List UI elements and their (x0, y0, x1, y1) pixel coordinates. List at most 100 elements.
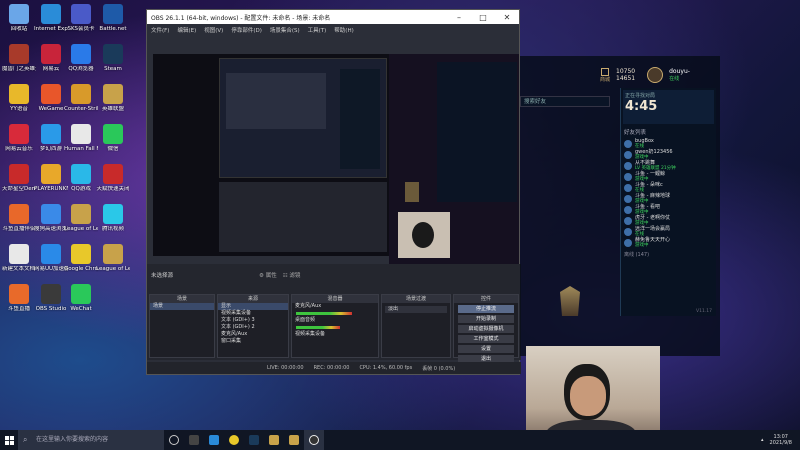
taskbar: ⌕ 在这里输入你要搜索的内容 ▴ 13:07 2021/9/8 (0, 430, 800, 450)
source-item[interactable]: 文本 (GDI+) 2 (218, 324, 288, 331)
desktop-icon[interactable]: 梦幻西游 (34, 124, 68, 152)
lol-client[interactable]: 商城 10750 14651 douyu- 在线 搜索好友 正在寻找对局 4:4… (520, 56, 720, 356)
friend-status: 在线 (635, 231, 644, 237)
friend-search-input[interactable]: 搜索好友 (520, 96, 610, 107)
desktop-icon[interactable]: SKS会员卡 (64, 4, 98, 32)
shop-button[interactable]: 商城 (600, 67, 610, 83)
menu-item[interactable]: 停靠部件(D) (231, 26, 262, 34)
close-icon[interactable]: ✕ (495, 13, 519, 22)
clock[interactable]: 13:07 2021/9/8 (770, 434, 792, 446)
desktop-icon-label: 搜狗高速浏览器 (34, 226, 68, 232)
taskbar-app-6[interactable] (284, 430, 304, 450)
app-icon (103, 244, 123, 264)
sources-list[interactable]: 显示 视频采集设备 文本 (GDI+) 3 文本 (GDI+) 2 麦克风/Aux 窗口采… (218, 303, 288, 345)
task-view-icon[interactable] (164, 430, 184, 450)
desktop-icon[interactable]: QQ浏览器 (64, 44, 98, 72)
desktop-icon[interactable]: 回收站 (2, 4, 36, 32)
desktop-icon[interactable]: Counter-Strike: Global Off... (64, 84, 98, 112)
desktop-icon[interactable]: League of Legends 快捷方式 (96, 244, 130, 272)
friend-item[interactable]: bugBox 在线 (621, 138, 716, 149)
desktop-icon[interactable]: 搜狗高速浏览器 (34, 204, 68, 232)
taskbar-obs-icon[interactable] (304, 430, 324, 450)
filters-button[interactable]: ☷ 滤镜 (283, 271, 301, 279)
friend-item[interactable]: 赫免鲁天天开心 游戏中 (621, 237, 716, 248)
taskbar-app-1[interactable] (184, 430, 204, 450)
mixer-channel[interactable]: 麦克风/Aux (292, 303, 378, 315)
desktop-icon[interactable]: 魔兽门之英雄无敌3 (2, 44, 36, 72)
scene-item[interactable]: 场景 (150, 303, 214, 310)
obs-preview[interactable] (153, 54, 389, 256)
friend-item[interactable]: 斗鱼 - 看吧 游戏中 (621, 204, 716, 215)
friend-item[interactable]: 虎牙 - 老啊你仗 游戏中 (621, 215, 716, 226)
control-button[interactable]: 设置 (458, 345, 514, 353)
desktop-icon[interactable]: PLAYERUNKNOWN'S BATTLEGR... (34, 164, 68, 192)
friend-item[interactable]: gwen奶123456 游戏中 (621, 149, 716, 160)
taskbar-app-4[interactable] (244, 430, 264, 450)
desktop-icon[interactable]: Steam (96, 44, 130, 72)
desktop-icon[interactable]: 天赋快速关闭 (96, 164, 130, 192)
avatar[interactable] (647, 67, 664, 83)
start-button[interactable] (0, 430, 18, 450)
desktop-icon[interactable]: 斗鱼直播伴侣 (2, 204, 36, 232)
desktop-icon[interactable]: 斗鱼直播 (2, 284, 36, 312)
desktop-icon[interactable]: 网易UU加速器 (34, 244, 68, 272)
desktop-icon[interactable]: WeGame (34, 84, 68, 112)
desktop-icon[interactable]: 网易云 (34, 44, 68, 72)
taskbar-search-input[interactable]: ⌕ 在这里输入你要搜索的内容 (18, 430, 164, 450)
offline-count[interactable]: 离线 (147) (621, 248, 716, 261)
menu-item[interactable]: 帮助(H) (334, 26, 353, 34)
friend-name: 赫免鲁天天开心 (635, 236, 671, 243)
taskbar-app-3[interactable] (224, 430, 244, 450)
maximize-icon[interactable]: □ (471, 13, 495, 22)
desktop-icon[interactable]: WeChat (64, 284, 98, 312)
desktop-icon[interactable]: 网易云音乐 (2, 124, 36, 152)
be-amount: 14651 (616, 75, 636, 82)
source-item[interactable]: 窗口采集 (218, 338, 288, 345)
desktop-icon[interactable]: 新建文本文档 (2).txt (2, 244, 36, 272)
menu-item[interactable]: 工具(T) (308, 26, 327, 34)
desktop-icon[interactable]: Google Chrome (64, 244, 98, 272)
menu-item[interactable]: 文件(F) (151, 26, 169, 34)
taskbar-search-placeholder: 在这里输入你要搜索的内容 (36, 436, 109, 443)
obs-titlebar[interactable]: OBS 26.1.1 (64-bit, windows) - 配置文件: 未命名… (147, 10, 519, 24)
control-button[interactable]: 启动虚拟摄像机 (458, 325, 514, 333)
control-button[interactable]: 工作室模式 (458, 335, 514, 343)
menu-item[interactable]: 编辑(E) (177, 26, 196, 34)
desktop-icon[interactable]: QQ游戏 (64, 164, 98, 192)
scenes-list[interactable]: 场景 (150, 303, 214, 310)
minimize-icon[interactable]: – (447, 13, 471, 22)
properties-button[interactable]: ⚙ 属性 (259, 271, 277, 279)
friend-item[interactable]: 斗鱼 - 一鲤鲸 游戏中 (621, 171, 716, 182)
desktop-icon[interactable]: 微信 (96, 124, 130, 152)
desktop-icon[interactable]: Internet Explorer (34, 4, 68, 32)
desktop-icon[interactable]: League of Legends (64, 204, 98, 232)
friend-item[interactable]: 远洋一场会赢局 在线 (621, 226, 716, 237)
desktop-icon[interactable]: OBS Studio (34, 284, 68, 312)
tray-icons[interactable]: ▴ (761, 437, 764, 443)
source-item[interactable]: 显示 (218, 303, 288, 310)
transition-select[interactable]: 淡出 (385, 306, 447, 313)
mixer-channel[interactable]: 视频采集设备 (292, 331, 378, 343)
menu-item[interactable]: 场景集合(S) (270, 26, 300, 34)
friend-item[interactable]: 斗鱼 - 朵咪c 在线 (621, 182, 716, 193)
source-item[interactable]: 视频采集设备 (218, 310, 288, 317)
desktop-icon[interactable]: 英雄联盟 (96, 84, 130, 112)
friend-item[interactable]: 从不跳舞 LV 英雄联盟 21分钟 (621, 160, 716, 171)
friend-item[interactable]: 斗鱼 - 麻辣地球 游戏中 (621, 193, 716, 204)
desktop-icon[interactable]: 天命星空Demo (2, 164, 36, 192)
desktop-icon[interactable]: 腾讯视频 (96, 204, 130, 232)
desktop-icon[interactable]: Human Fall Flat (64, 124, 98, 152)
app-icon (71, 284, 91, 304)
source-item[interactable]: 文本 (GDI+) 3 (218, 317, 288, 324)
obs-window[interactable]: OBS 26.1.1 (64-bit, windows) - 配置文件: 未命名… (146, 9, 521, 375)
desktop-icon[interactable]: YY语音 (2, 84, 36, 112)
menu-item[interactable]: 视图(V) (204, 26, 223, 34)
taskbar-app-2[interactable] (204, 430, 224, 450)
desktop-icon[interactable]: Battle.net (96, 4, 130, 32)
mixer-channel[interactable]: 桌面音频 (292, 317, 378, 329)
transitions-panel: 场景过渡 淡出 (381, 294, 451, 358)
control-button[interactable]: 开始录制 (458, 315, 514, 323)
control-button[interactable]: 停止推流 (458, 305, 514, 313)
taskbar-app-5[interactable] (264, 430, 284, 450)
source-item[interactable]: 麦克风/Aux (218, 331, 288, 338)
